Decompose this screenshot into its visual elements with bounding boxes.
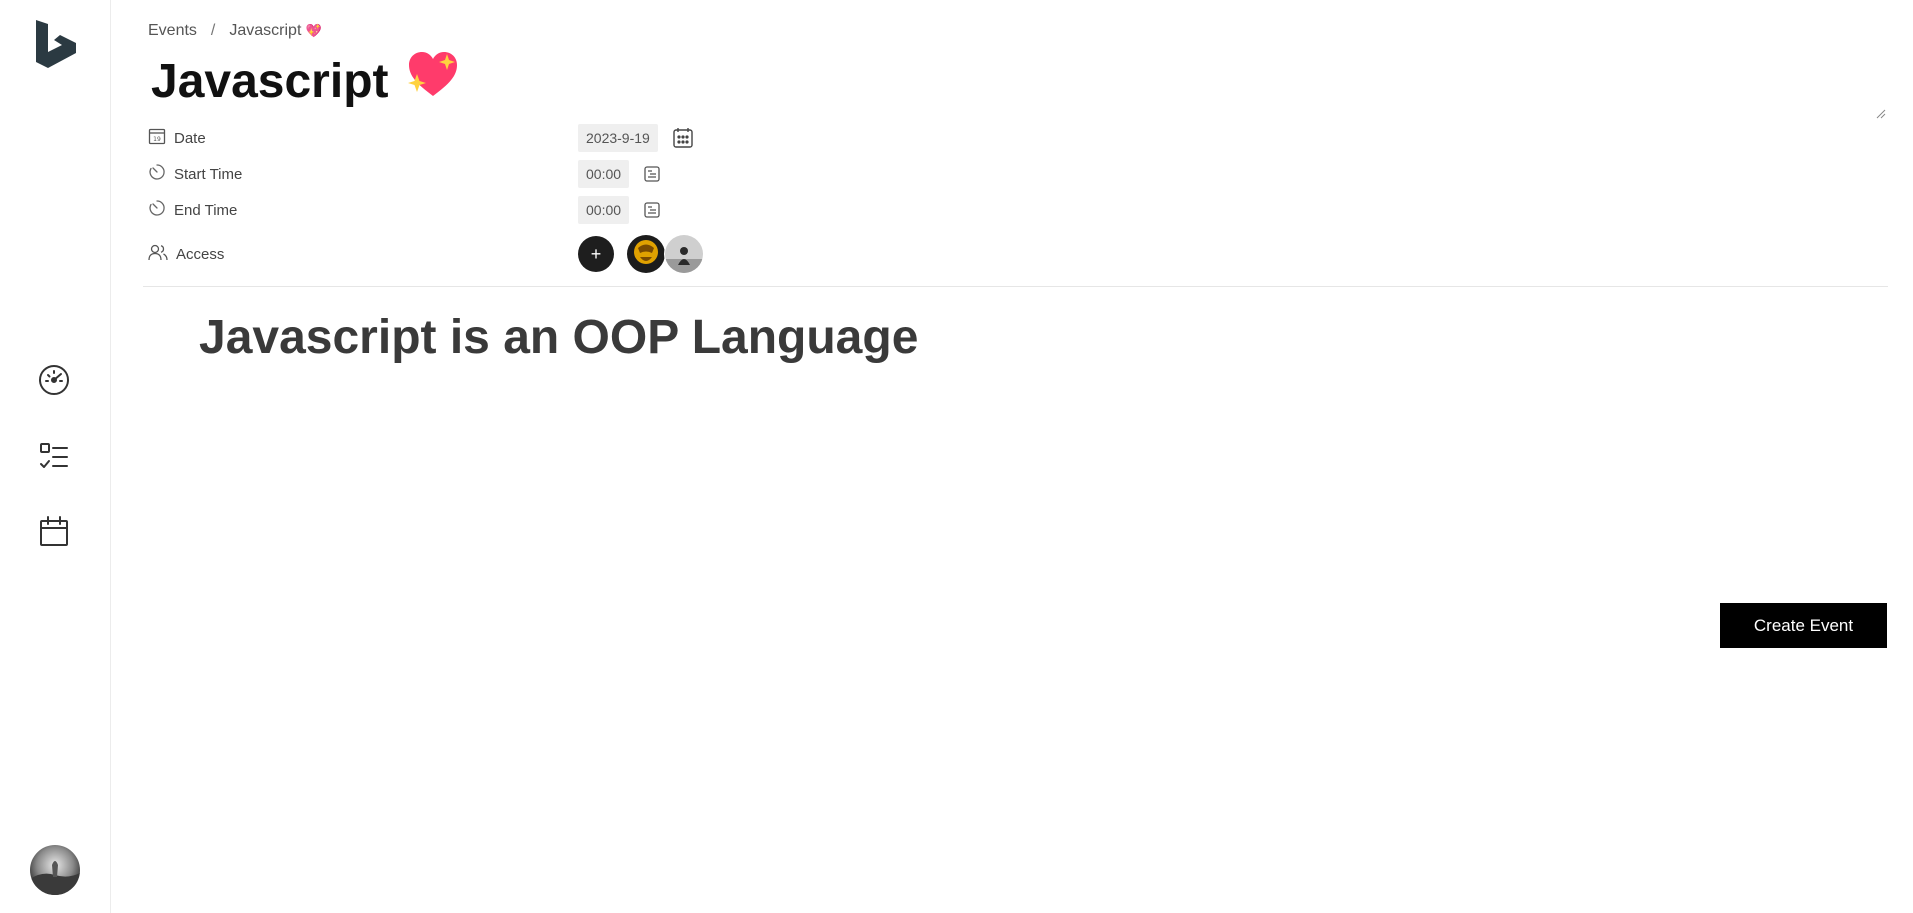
breadcrumb: Events / Javascript 💖 xyxy=(148,22,322,40)
sidebar xyxy=(0,0,111,913)
start-time-input[interactable]: 00:00 xyxy=(578,160,630,188)
user-avatar[interactable] xyxy=(30,845,80,895)
member-avatar[interactable] xyxy=(664,234,704,274)
access-label-text: Access xyxy=(176,245,225,263)
date-input[interactable]: 2023-9-19 xyxy=(578,124,658,152)
end-time-row: End Time 00:00 xyxy=(148,192,908,228)
start-time-value: 00:00 xyxy=(578,160,661,188)
create-event-button[interactable]: Create Event xyxy=(1720,603,1887,648)
sparkling-heart-icon xyxy=(407,50,459,113)
end-time-value: 00:00 xyxy=(578,196,661,224)
event-title-field[interactable]: Javascript xyxy=(151,50,1886,119)
nav-dashboard[interactable] xyxy=(36,364,72,400)
start-time-label: Start Time xyxy=(148,163,578,185)
add-member-button[interactable]: + xyxy=(578,236,614,272)
users-icon xyxy=(148,243,168,265)
event-properties: 19 Date 2023-9-19 Start Time 00:00 End T… xyxy=(148,120,908,278)
svg-text:19: 19 xyxy=(153,136,161,143)
timer-icon xyxy=(148,163,166,185)
breadcrumb-events-link[interactable]: Events xyxy=(148,22,197,40)
time-picker-icon[interactable] xyxy=(643,201,661,219)
content-heading[interactable]: Javascript is an OOP Language xyxy=(199,310,918,365)
breadcrumb-current-label: Javascript xyxy=(229,22,302,39)
nav-tasks[interactable] xyxy=(36,440,72,476)
access-label: Access xyxy=(148,243,578,265)
app-root: Events / Javascript 💖 Javascript 19 Date… xyxy=(0,0,1913,913)
start-time-label-text: Start Time xyxy=(174,165,243,183)
start-time-row: Start Time 00:00 xyxy=(148,156,908,192)
date-row: 19 Date 2023-9-19 xyxy=(148,120,908,156)
end-time-input[interactable]: 00:00 xyxy=(578,196,630,224)
time-picker-icon[interactable] xyxy=(643,165,661,183)
breadcrumb-separator: / xyxy=(210,22,216,39)
date-label-text: Date xyxy=(174,129,206,147)
calendar-icon xyxy=(37,514,71,553)
access-row: Access + xyxy=(148,230,908,278)
resize-handle-icon[interactable] xyxy=(1876,106,1886,119)
calendar-day-icon: 19 xyxy=(148,127,166,149)
checklist-icon xyxy=(37,439,71,478)
breadcrumb-current: Javascript 💖 xyxy=(229,22,322,40)
gauge-icon xyxy=(37,363,71,402)
end-time-label: End Time xyxy=(148,199,578,221)
member-avatars xyxy=(626,234,704,274)
access-value: + xyxy=(578,234,704,274)
date-label: 19 Date xyxy=(148,127,578,149)
event-title-text: Javascript xyxy=(151,54,389,108)
app-logo[interactable] xyxy=(32,18,78,70)
calendar-grid-icon[interactable] xyxy=(672,127,694,149)
member-avatar[interactable] xyxy=(626,234,666,274)
end-time-label-text: End Time xyxy=(174,201,238,219)
timer-icon xyxy=(148,199,166,221)
nav-calendar[interactable] xyxy=(36,515,72,551)
heart-emoji-icon: 💖 xyxy=(305,23,323,38)
event-title: Javascript xyxy=(151,50,1886,113)
date-value: 2023-9-19 xyxy=(578,124,694,152)
main-content: Events / Javascript 💖 Javascript 19 Date… xyxy=(111,0,1913,913)
divider xyxy=(143,286,1888,287)
